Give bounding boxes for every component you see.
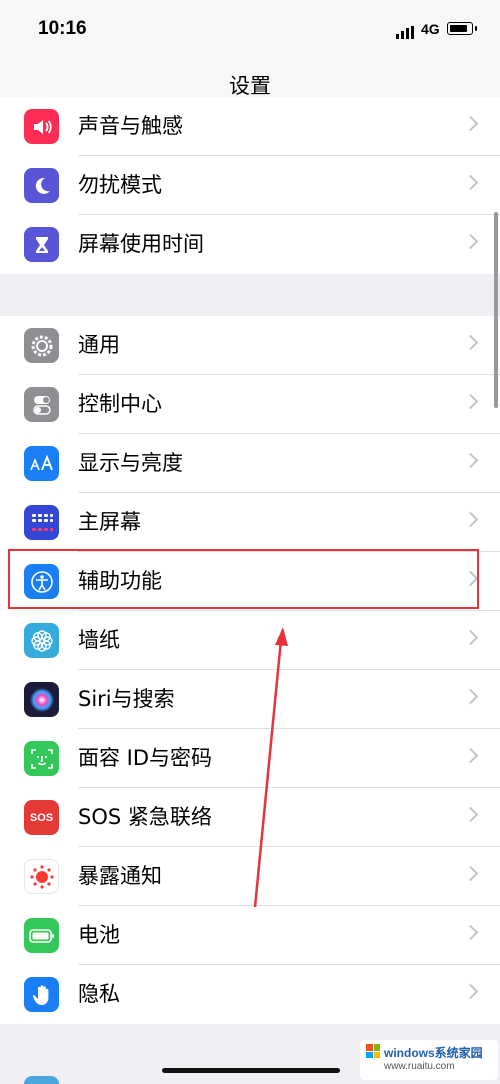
- watermark: windows系统家园 www.ruaitu.com: [360, 1040, 498, 1080]
- windows-logo-icon: [366, 1044, 380, 1058]
- watermark-title: windows系统家园: [384, 1046, 483, 1060]
- watermark-url: www.ruaitu.com: [384, 1061, 455, 1072]
- home-indicator: [162, 1068, 340, 1073]
- annotation-arrow: [253, 627, 288, 908]
